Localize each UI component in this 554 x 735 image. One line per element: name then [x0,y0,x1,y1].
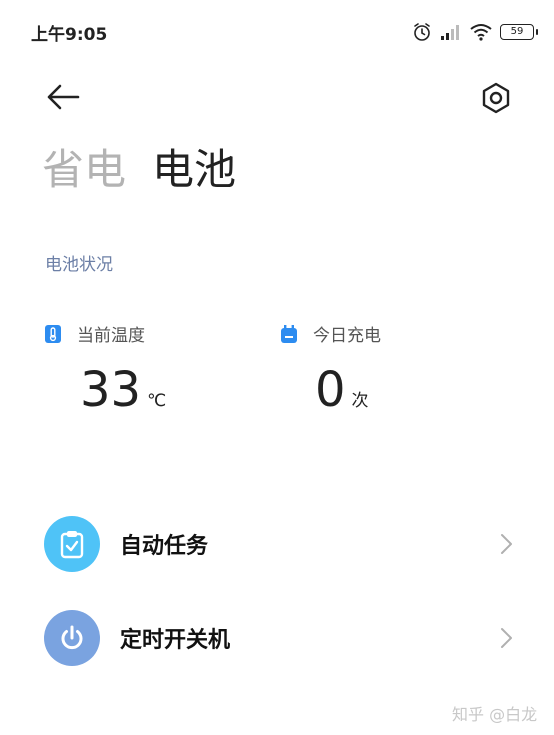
clipboard-check-icon [60,531,84,559]
temperature-unit: ℃ [147,391,167,411]
signal-icon [441,25,459,40]
watermark: 知乎 @白龙 [452,705,538,724]
auto-tasks-label: 自动任务 [120,534,209,559]
chevron-right-icon [501,628,512,648]
status-time: 上午9:05 [31,25,108,45]
temperature-value: 33 [80,362,142,418]
temperature-label: 当前温度 [77,326,145,346]
section-title: 电池状况 [45,255,113,275]
battery-charge-icon [281,324,297,343]
scheduled-power-icon-circle [44,610,100,666]
scheduled-power-row[interactable]: 定时开关机 [0,598,554,678]
temperature-label-row: 当前温度 [45,321,145,346]
charges-value: 0 [315,362,346,418]
tab-power-saving[interactable]: 省电 [42,140,126,200]
charges-readout: 0 次 [315,362,369,418]
scheduled-power-label: 定时开关机 [120,628,231,653]
power-icon [61,625,83,650]
charges-label-row: 今日充电 [281,321,381,346]
temperature-readout: 33 ℃ [80,362,166,418]
hexagon-settings-icon [482,82,510,114]
tab-bar: 省电 电池 [42,140,236,200]
arrow-left-icon [47,84,80,110]
chevron-right-icon [501,534,512,554]
charges-label: 今日充电 [313,326,381,346]
settings-button[interactable] [478,80,514,116]
auto-tasks-icon-circle [44,516,100,572]
battery-icon: 59 [500,24,538,40]
status-icons: 59 [412,20,538,44]
alarm-icon [414,23,430,41]
back-button[interactable] [44,80,84,114]
wifi-icon [470,24,492,41]
auto-tasks-row[interactable]: 自动任务 [0,504,554,584]
charges-unit: 次 [351,391,369,411]
tab-battery[interactable]: 电池 [152,140,236,200]
thermometer-icon [45,324,61,343]
